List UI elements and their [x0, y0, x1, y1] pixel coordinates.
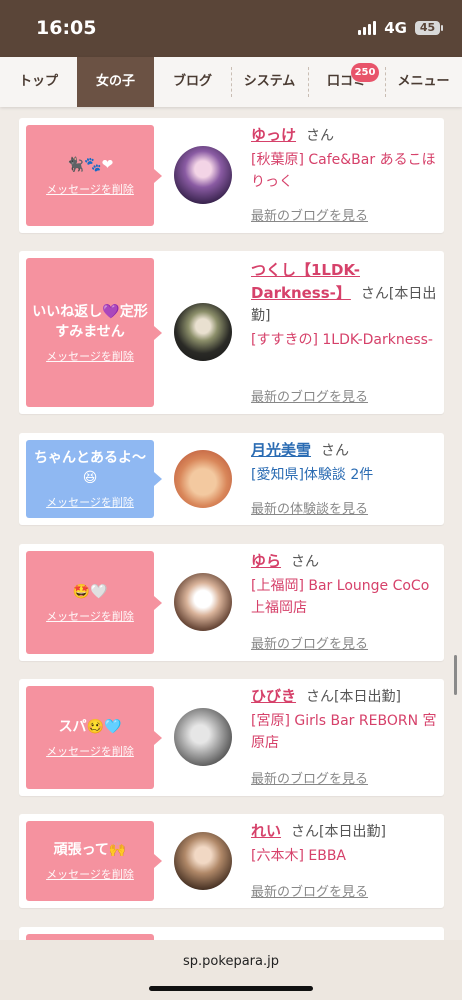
browser-url-bar[interactable]: sp.pokepara.jp — [0, 940, 462, 1000]
shop-link[interactable]: [すすきの] 1LDK-Darkness- — [251, 329, 437, 351]
status-tag: [本日出勤] — [334, 689, 401, 705]
honorific: さん — [306, 128, 335, 144]
message-text: 🤩🤍 — [72, 583, 108, 600]
delete-message-link[interactable]: メッセージを削除 — [46, 608, 134, 624]
girl-info: ゆら さん [上福岡] Bar Lounge CoCo 上福岡店 — [251, 550, 437, 619]
blog-link[interactable]: 最新のブログを見る — [251, 205, 368, 224]
blog-link[interactable]: 最新の体験談を見る — [251, 498, 368, 517]
tab-label: 女の子 — [95, 74, 135, 89]
message-card: 🤩🤍 メッセージを削除 ゆら さん [上福岡] Bar Lounge CoCo 上… — [19, 544, 444, 661]
girl-name-link[interactable]: 月光美雪 — [251, 441, 311, 459]
scroll-indicator[interactable] — [454, 655, 457, 695]
girl-info: れい さん[本日出勤] [六本木] EBBA — [251, 820, 437, 867]
tab-menu[interactable]: メニュー — [385, 57, 462, 107]
message-card: ちゃんとあるよ〜😆 メッセージを削除 月光美雪 さん [愛知県]体験談 2件 最新… — [19, 433, 444, 525]
girl-name-link[interactable]: つくし【1LDK-Darkness-】 — [251, 261, 360, 302]
message-bubble: ちゃんとあるよ〜😆 メッセージを削除 — [26, 440, 162, 518]
honorific: さん — [321, 443, 350, 459]
tab-label: メニュー — [397, 74, 450, 89]
message-text: 頑張って🙌 — [53, 842, 127, 858]
delete-message-link[interactable]: メッセージを削除 — [46, 743, 134, 759]
message-card: スパ🥴🩵 メッセージを削除 ひびき さん[本日出勤] [宮原] Girls Bar… — [19, 679, 444, 796]
girl-name-link[interactable]: ゆら — [251, 552, 281, 570]
message-text: 🐈‍⬛🐾❤ — [66, 156, 114, 173]
honorific: さん — [306, 689, 335, 705]
message-card: 頑張って🙌 メッセージを削除 れい さん[本日出勤] [六本木] EBBA 最新の… — [19, 814, 444, 908]
signal-icon — [358, 21, 377, 35]
url-text: sp.pokepara.jp — [183, 954, 279, 969]
tab-blog[interactable]: ブログ — [154, 57, 231, 107]
tab-top[interactable]: トップ — [0, 57, 77, 107]
tab-girls[interactable]: 女の子 — [77, 57, 154, 107]
battery-icon: 45 — [415, 21, 443, 35]
girl-name-link[interactable]: れい — [251, 822, 281, 840]
message-bubble: いいね返し💜定形すみません メッセージを削除 — [26, 258, 162, 407]
tab-label: システム — [243, 74, 296, 89]
shop-link[interactable]: [上福岡] Bar Lounge CoCo 上福岡店 — [251, 575, 437, 619]
girl-info: つくし【1LDK-Darkness-】 さん[本日出勤] [すすきの] 1LDK-… — [251, 259, 437, 351]
status-indicators: 4G 45 — [358, 19, 443, 37]
girl-name-link[interactable]: ひびき — [251, 687, 296, 705]
girl-info: ゆっけ さん [秋葉原] Cafe&Bar あるこほりっく — [251, 124, 437, 193]
avatar[interactable] — [174, 573, 232, 631]
blog-link[interactable]: 最新のブログを見る — [251, 386, 368, 405]
shop-link[interactable]: [愛知県]体験談 2件 — [251, 464, 437, 486]
review-count-badge: 250 — [351, 63, 379, 82]
message-text: スパ🥴🩵 — [58, 718, 122, 735]
blog-link[interactable]: 最新のブログを見る — [251, 768, 368, 787]
message-text: いいね返し💜定形すみません — [32, 303, 148, 340]
shop-link[interactable]: [宮原] Girls Bar REBORN 宮原店 — [251, 710, 437, 754]
blog-link[interactable]: 最新のブログを見る — [251, 881, 368, 900]
tab-system[interactable]: システム — [231, 57, 308, 107]
tab-label: ブログ — [172, 74, 212, 89]
honorific: さん — [360, 286, 389, 302]
avatar[interactable] — [174, 708, 232, 766]
message-bubble: 🤩🤍 メッセージを削除 — [26, 551, 162, 654]
tab-reviews[interactable]: 口コミ 250 — [308, 57, 385, 107]
honorific: さん — [291, 554, 320, 570]
delete-message-link[interactable]: メッセージを削除 — [46, 866, 134, 882]
avatar[interactable] — [174, 146, 232, 204]
message-bubble: 🐈‍⬛🐾❤ メッセージを削除 — [26, 125, 162, 226]
avatar[interactable] — [174, 303, 232, 361]
delete-message-link[interactable]: メッセージを削除 — [46, 181, 134, 197]
message-bubble: スパ🥴🩵 メッセージを削除 — [26, 686, 162, 789]
tab-label: トップ — [18, 74, 58, 89]
delete-message-link[interactable]: メッセージを削除 — [46, 348, 134, 364]
shop-link[interactable]: [六本木] EBBA — [251, 845, 437, 867]
avatar[interactable] — [174, 450, 232, 508]
network-type: 4G — [384, 19, 407, 37]
status-time: 16:05 — [36, 17, 97, 39]
nav-tabs: トップ 女の子 ブログ システム 口コミ 250 メニュー — [0, 57, 462, 107]
message-text: ちゃんとあるよ〜😆 — [34, 450, 146, 486]
message-card: いいね返し💜定形すみません メッセージを削除 つくし【1LDK-Darkness… — [19, 251, 444, 414]
message-card: 🐈‍⬛🐾❤ メッセージを削除 ゆっけ さん [秋葉原] Cafe&Bar あるこほ… — [19, 118, 444, 233]
delete-message-link[interactable]: メッセージを削除 — [46, 494, 134, 510]
status-tag: [本日出勤] — [319, 824, 386, 840]
avatar[interactable] — [174, 832, 232, 890]
girl-name-link[interactable]: ゆっけ — [251, 126, 296, 144]
home-indicator[interactable] — [149, 986, 313, 991]
message-card-partial — [19, 927, 444, 940]
girl-info: 月光美雪 さん [愛知県]体験談 2件 — [251, 439, 437, 486]
honorific: さん — [291, 824, 320, 840]
blog-link[interactable]: 最新のブログを見る — [251, 633, 368, 652]
status-bar: 16:05 4G 45 — [0, 0, 462, 57]
message-list: 🐈‍⬛🐾❤ メッセージを削除 ゆっけ さん [秋葉原] Cafe&Bar あるこほ… — [0, 107, 462, 940]
message-bubble: 頑張って🙌 メッセージを削除 — [26, 821, 162, 901]
girl-info: ひびき さん[本日出勤] [宮原] Girls Bar REBORN 宮原店 — [251, 685, 437, 754]
shop-link[interactable]: [秋葉原] Cafe&Bar あるこほりっく — [251, 149, 437, 193]
